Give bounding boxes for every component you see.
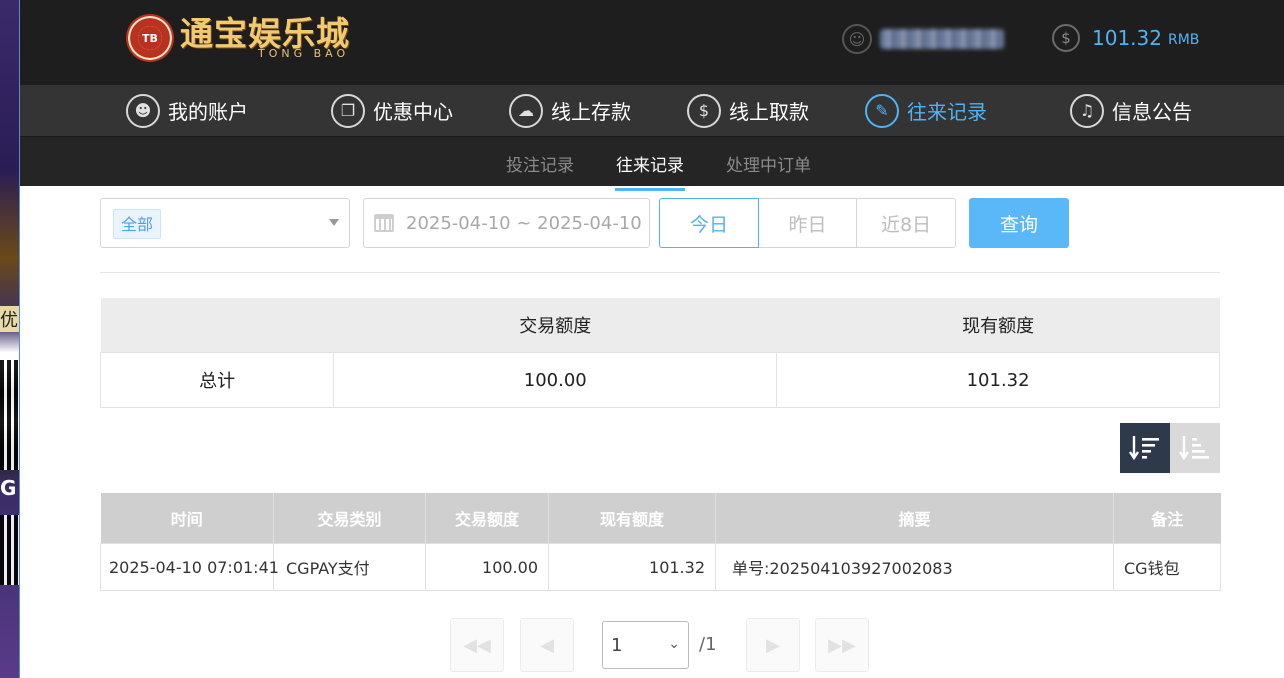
table-row: 2025-04-10 07:01:41 CGPAY支付 100.00 101.3… <box>100 543 1221 591</box>
double-chevron-right-icon: ▶▶ <box>828 634 856 656</box>
chevron-left-icon: ◀ <box>540 634 554 656</box>
tab-transaction-records[interactable]: 往来记录 <box>615 151 685 191</box>
site-logo[interactable]: TB 通宝娱乐城 TONG BAO <box>126 14 350 62</box>
column-header-amount: 交易额度 <box>425 493 549 544</box>
cell-summary: 单号:202504103927002083 <box>715 543 1114 591</box>
sort-ascending-icon <box>1179 436 1209 461</box>
date-range-picker[interactable]: 2025-04-10 ~ 2025-04-10 <box>363 198 650 248</box>
nav-label: 线上存款 <box>551 100 631 124</box>
date-range-value: 2025-04-10 ~ 2025-04-10 <box>406 212 642 234</box>
nav-label: 优惠中心 <box>373 100 453 124</box>
summary-total-label: 总计 <box>99 352 335 408</box>
balance-unit: RMB <box>1167 32 1200 48</box>
divider <box>100 272 1220 273</box>
query-button[interactable]: 查询 <box>969 198 1069 248</box>
column-header-type: 交易类别 <box>273 493 426 544</box>
bell-icon: ♫ <box>1070 93 1104 128</box>
prev-page-button[interactable]: ◀ <box>520 618 574 672</box>
yesterday-button[interactable]: 昨日 <box>758 198 857 248</box>
page-select[interactable]: 1 ⌄ <box>602 621 689 669</box>
summary-table: 交易额度 现有额度 总计 100.00 101.32 <box>99 298 1220 408</box>
nav-label: 线上取款 <box>729 100 809 124</box>
nav-label: 往来记录 <box>907 100 987 124</box>
column-header-time: 时间 <box>100 493 274 544</box>
column-header-balance: 现有额度 <box>548 493 716 544</box>
chevron-down-icon: ⌄ <box>668 636 680 652</box>
transaction-type-select[interactable]: 全部 <box>100 198 350 248</box>
background-page-strip: 优 G <box>0 0 20 678</box>
calendar-icon <box>374 214 394 232</box>
logo-badge: TB <box>126 14 174 62</box>
records-table: 时间 交易类别 交易额度 现有额度 摘要 备注 2025-04-10 07:01… <box>100 493 1221 591</box>
sort-descending-icon <box>1129 436 1159 461</box>
background-qr-code <box>0 515 20 585</box>
sort-descending-button[interactable] <box>1120 423 1170 473</box>
nav-label: 我的账户 <box>168 100 248 124</box>
nav-label: 信息公告 <box>1112 100 1192 124</box>
column-header-remark: 备注 <box>1113 493 1221 544</box>
double-chevron-left-icon: ◀◀ <box>463 634 491 656</box>
summary-total-balance: 101.32 <box>776 352 1220 408</box>
balance-value: 101.32 <box>1092 26 1162 50</box>
sub-nav: 投注记录 往来记录 处理中订单 <box>20 137 1284 191</box>
summary-header: 现有额度 <box>776 298 1220 353</box>
page-total: /1 <box>699 634 717 655</box>
modal-header: TB 通宝娱乐城 TONG BAO ☺ $ 101.32 RMB <box>20 0 1284 85</box>
pagination: ◀◀ ◀ 1 ⌄ /1 ▶ ▶▶ <box>0 618 1284 672</box>
cell-balance: 101.32 <box>548 543 716 591</box>
summary-header <box>100 298 334 353</box>
tab-pending-orders[interactable]: 处理中订单 <box>726 151 811 176</box>
coin-icon: $ <box>1052 24 1080 52</box>
main-nav: ☻ 我的账户 ❐ 优惠中心 ☁ 线上存款 $ 线上取款 ✎ 往来记录 ♫ 信息公… <box>20 85 1284 137</box>
logo-subtitle: TONG BAO <box>258 47 350 60</box>
sort-ascending-button[interactable] <box>1170 423 1220 473</box>
tab-bet-records[interactable]: 投注记录 <box>506 151 574 176</box>
nav-my-account[interactable]: ☻ 我的账户 <box>126 93 248 128</box>
page-select-value: 1 <box>611 634 623 656</box>
background-text: 优 <box>0 306 20 332</box>
user-avatar-icon: ☺ <box>842 24 872 54</box>
next-page-button[interactable]: ▶ <box>746 618 800 672</box>
first-page-button[interactable]: ◀◀ <box>450 618 504 672</box>
last-8-days-button[interactable]: 近8日 <box>856 198 956 248</box>
selected-type-tag: 全部 <box>113 209 162 239</box>
background-text: G <box>0 476 17 500</box>
deposit-icon: ☁ <box>509 93 543 128</box>
cell-time: 2025-04-10 07:01:41 <box>100 543 279 591</box>
nav-transaction-records[interactable]: ✎ 往来记录 <box>865 93 987 128</box>
nav-announcements[interactable]: ♫ 信息公告 <box>1070 93 1192 128</box>
summary-total-amount: 100.00 <box>333 352 778 408</box>
cell-remark: CG钱包 <box>1113 543 1221 591</box>
cell-type: CGPAY支付 <box>273 543 426 591</box>
cell-amount: 100.00 <box>425 543 549 591</box>
logo-title: 通宝娱乐城 <box>180 14 350 53</box>
caret-down-icon <box>329 219 339 226</box>
nav-online-withdraw[interactable]: $ 线上取款 <box>687 93 809 128</box>
account-modal: TB 通宝娱乐城 TONG BAO ☺ $ 101.32 RMB ☻ 我的账户 … <box>20 0 1284 678</box>
user-icon: ☻ <box>126 93 160 128</box>
today-button[interactable]: 今日 <box>659 198 759 248</box>
chevron-right-icon: ▶ <box>766 634 780 656</box>
gift-icon: ❐ <box>331 93 365 128</box>
nav-online-deposit[interactable]: ☁ 线上存款 <box>509 93 631 128</box>
balance-display: $ 101.32 RMB <box>1052 24 1199 52</box>
nav-promotions[interactable]: ❐ 优惠中心 <box>331 93 453 128</box>
user-info: ☺ <box>842 24 1004 54</box>
withdraw-icon: $ <box>687 93 721 128</box>
username-blurred <box>880 29 1004 49</box>
logo-badge-text: TB <box>138 26 162 50</box>
records-icon: ✎ <box>865 93 899 128</box>
background-qr-code <box>0 360 20 470</box>
last-page-button[interactable]: ▶▶ <box>815 618 869 672</box>
summary-header: 交易额度 <box>333 298 777 353</box>
column-header-summary: 摘要 <box>715 493 1114 544</box>
